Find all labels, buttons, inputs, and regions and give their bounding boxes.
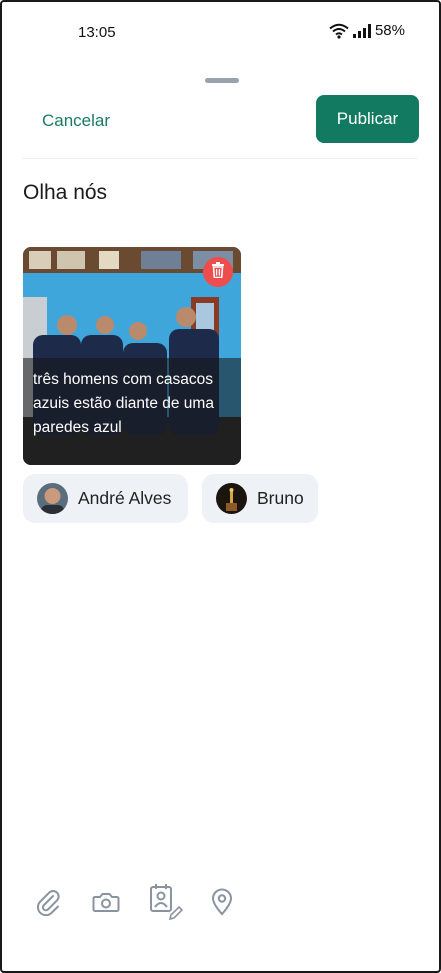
camera-button[interactable] [88,886,124,922]
avatar [37,483,68,514]
composer-screen: 13:05 58% Cancelar Publicar Olha nós trê… [0,0,441,973]
photo-caption: três homens com casacos azuis estão dian… [33,371,214,436]
tagged-person-chip[interactable]: Bruno [202,474,318,523]
attached-photo[interactable]: três homens com casacos azuis estão dian… [23,247,241,465]
sheet-drag-handle[interactable] [205,78,239,83]
wifi-icon [329,23,349,39]
tagged-person-name: André Alves [78,488,172,508]
location-button[interactable] [204,886,240,922]
contact-card-button[interactable] [146,883,184,922]
avatar [216,483,247,514]
tagged-person-name: Bruno [257,488,304,508]
publish-button[interactable]: Publicar [316,95,419,143]
status-bar: 13:05 58% [2,2,439,62]
cancel-button[interactable]: Cancelar [42,111,110,131]
post-text-input[interactable]: Olha nós [23,181,107,205]
battery-percent: 58% [374,22,405,39]
contact-card-edit-icon [144,883,184,926]
delete-photo-button[interactable] [203,257,233,287]
attach-button[interactable] [30,886,66,922]
photo-caption-overlay: três homens com casacos azuis estão dian… [23,358,241,465]
paperclip-icon [34,888,62,921]
location-pin-icon [210,888,234,921]
status-time: 13:05 [78,24,116,41]
tagged-person-chip[interactable]: André Alves [23,474,188,523]
status-icons: 58% [329,22,405,39]
trash-icon [211,261,225,283]
camera-icon [92,890,120,919]
header-divider [22,158,417,159]
signal-icon [352,23,371,38]
